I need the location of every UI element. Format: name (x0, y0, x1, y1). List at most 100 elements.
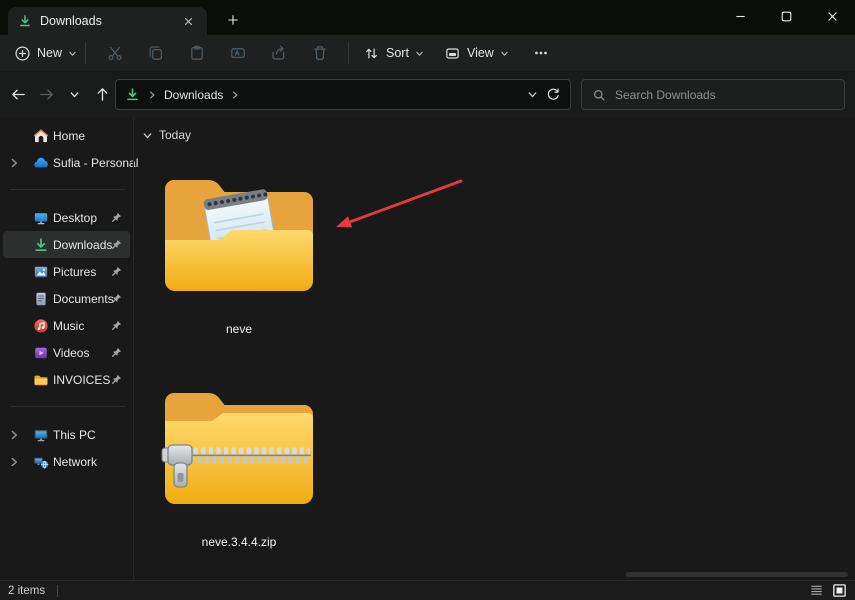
forward-arrow-icon (38, 86, 55, 103)
sidebar-item-network[interactable]: Network (3, 448, 130, 475)
toolbar-separator (348, 42, 350, 64)
sidebar-item-documents[interactable]: Documents (3, 285, 130, 312)
new-button[interactable]: New (14, 45, 77, 62)
details-view-button[interactable] (809, 583, 824, 598)
file-name: neve (225, 322, 253, 336)
chevron-down-icon (68, 49, 77, 58)
tab-downloads[interactable]: Downloads (8, 7, 207, 35)
sidebar-item-label: Documents (53, 291, 114, 306)
share-icon (270, 44, 288, 62)
command-toolbar: New Sort View (0, 35, 855, 71)
view-toggles (809, 583, 847, 598)
plus-icon (227, 14, 239, 26)
recent-locations-button[interactable] (62, 79, 86, 109)
pin-icon (111, 374, 122, 385)
pin-icon (111, 266, 122, 277)
sidebar-item-music[interactable]: Music (3, 312, 130, 339)
refresh-icon[interactable] (545, 87, 561, 103)
folder-icon (33, 372, 49, 388)
sidebar-item-onedrive[interactable]: Sufia - Personal (3, 149, 138, 176)
share-button[interactable] (258, 37, 299, 69)
close-window-button[interactable] (809, 0, 855, 33)
sidebar-item-home[interactable]: Home (3, 122, 130, 149)
toolbar-separator (85, 42, 87, 64)
view-button-label: View (466, 46, 494, 60)
sidebar-item-invoices[interactable]: INVOICES (3, 366, 130, 393)
sidebar-item-desktop[interactable]: Desktop (3, 204, 130, 231)
back-arrow-icon (10, 86, 27, 103)
chevron-down-icon (415, 49, 424, 58)
sidebar-item-downloads[interactable]: Downloads (3, 231, 130, 258)
cut-button[interactable] (94, 37, 135, 69)
onedrive-cloud-icon (33, 155, 49, 171)
plus-circle-icon (14, 45, 31, 62)
pin-icon (111, 347, 122, 358)
horizontal-scrollbar[interactable] (626, 572, 848, 577)
chevron-right-icon (230, 90, 240, 100)
documents-icon (33, 291, 49, 307)
file-list-pane: Today neve neve.3.4.4.zip (134, 118, 855, 580)
sidebar-item-label: Pictures (53, 264, 97, 279)
sidebar-item-this-pc[interactable]: This PC (3, 421, 130, 448)
sidebar-separator (10, 189, 125, 190)
this-pc-icon (33, 427, 49, 443)
new-tab-button[interactable] (221, 9, 245, 31)
search-input[interactable]: Search Downloads (581, 79, 845, 110)
view-layout-icon (444, 45, 461, 62)
status-divider (57, 584, 59, 597)
pictures-icon (33, 264, 49, 280)
address-dropdown-chevron-icon[interactable] (527, 89, 538, 100)
chevron-down-icon (500, 49, 509, 58)
sidebar-item-label: INVOICES (53, 372, 111, 387)
chevron-right-icon[interactable] (8, 456, 20, 468)
sidebar-item-label: Videos (53, 345, 90, 360)
minimize-button[interactable] (717, 0, 763, 33)
chevron-down-icon (69, 89, 80, 100)
rename-icon (229, 44, 247, 62)
music-icon (33, 318, 49, 334)
home-icon (33, 128, 49, 144)
close-icon (183, 16, 194, 27)
maximize-button[interactable] (763, 0, 809, 33)
view-button[interactable]: View (444, 45, 509, 62)
sidebar-separator (10, 406, 125, 407)
copy-button[interactable] (135, 37, 176, 69)
sidebar-item-label: Desktop (53, 210, 98, 225)
new-button-label: New (37, 46, 63, 60)
file-item-neve-folder[interactable]: neve (144, 170, 334, 336)
sort-button-label: Sort (386, 46, 409, 60)
rename-button[interactable] (217, 37, 258, 69)
sidebar-item-videos[interactable]: Videos (3, 339, 130, 366)
address-bar-row: Downloads Search Downloads (0, 71, 855, 118)
address-bar[interactable]: Downloads (115, 79, 571, 110)
more-options-button[interactable] (521, 37, 562, 69)
tab-label: Downloads (40, 14, 102, 28)
delete-button[interactable] (299, 37, 340, 69)
navigation-buttons (6, 79, 114, 109)
chevron-down-icon (142, 130, 153, 141)
trash-icon (311, 44, 329, 62)
group-label: Today (159, 128, 192, 142)
folder-with-notepad-icon (160, 170, 318, 296)
sort-button[interactable]: Sort (363, 45, 424, 62)
window-controls (717, 0, 855, 33)
sidebar-item-pictures[interactable]: Pictures (3, 258, 130, 285)
sidebar-item-label: Downloads (53, 237, 113, 252)
pin-icon (111, 320, 122, 331)
chevron-right-icon[interactable] (8, 429, 20, 441)
chevron-right-icon[interactable] (8, 157, 20, 169)
downloads-icon (18, 14, 32, 28)
back-button[interactable] (6, 79, 30, 109)
paste-button[interactable] (176, 37, 217, 69)
up-button[interactable] (90, 79, 114, 109)
large-icons-view-button[interactable] (832, 583, 847, 598)
close-icon (826, 10, 839, 23)
search-icon (592, 88, 606, 102)
group-header-today[interactable]: Today (142, 128, 191, 142)
tab-close-button[interactable] (179, 12, 197, 30)
forward-button[interactable] (34, 79, 58, 109)
file-item-neve-zip[interactable]: neve.3.4.4.zip (144, 383, 334, 549)
pin-icon (111, 212, 122, 223)
network-icon (33, 454, 49, 470)
breadcrumb[interactable]: Downloads (164, 88, 223, 102)
